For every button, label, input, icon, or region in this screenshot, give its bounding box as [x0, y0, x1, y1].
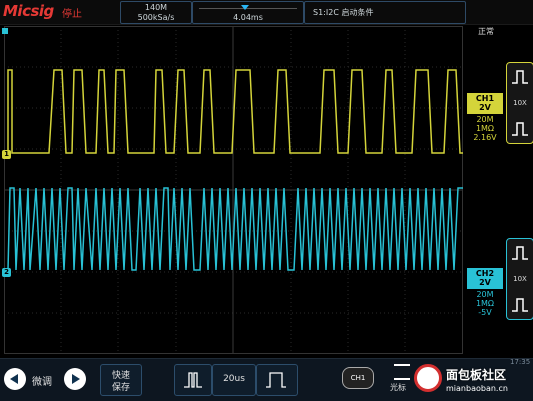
ch1-scale-label[interactable]: CH1 2V — [467, 93, 503, 114]
sample-rate: 500kSa/s — [137, 13, 175, 22]
ch2-name: CH2 — [475, 269, 495, 278]
next-arrow-icon[interactable] — [64, 368, 86, 390]
ch2-pulse-up-icon[interactable] — [511, 245, 529, 260]
ch1-pulse-down-icon[interactable] — [511, 121, 529, 136]
time-position: 4.04ms — [233, 13, 263, 22]
prev-arrow-icon[interactable] — [4, 368, 26, 390]
acquisition-box[interactable]: 140M 500kSa/s — [120, 1, 192, 24]
pulse-wide-icon — [266, 372, 286, 388]
run-state[interactable]: 停止 — [62, 5, 82, 20]
ch2-offset: -5V — [478, 308, 492, 317]
memory-depth: 140M — [144, 3, 168, 12]
quick-save-button[interactable]: 快速 保存 — [100, 364, 142, 396]
pulse-narrow-icon — [184, 372, 202, 388]
ch1-marker[interactable]: 1 — [2, 150, 11, 159]
watermark-url: mianbaoban.cn — [446, 384, 508, 393]
ch1-impedance: 1MΩ — [475, 124, 495, 133]
ch2-info: 20M 1MΩ -5V — [467, 290, 503, 317]
ch1-name: CH1 — [475, 94, 495, 103]
ch1-control-panel: 10X — [506, 62, 533, 144]
cursor-icon — [394, 364, 410, 380]
ch2-marker[interactable]: 2 — [2, 268, 11, 277]
ch2-impedance: 1MΩ — [475, 299, 495, 308]
ch2-probe: 10X — [513, 275, 527, 283]
timebase-decrease-button[interactable] — [174, 364, 212, 396]
ch1-offset: 2.16V — [473, 133, 497, 142]
time-position-icon — [241, 5, 249, 10]
trigger-marker-icon — [2, 28, 8, 34]
timebase-increase-button[interactable] — [256, 364, 298, 396]
channel-select-button[interactable]: CH1 — [342, 367, 374, 389]
trigger-mode: S1:I2C 启动条件 — [313, 8, 374, 17]
watermark-site: 面包板社区 — [446, 368, 507, 382]
time-position-box[interactable]: 4.04ms — [192, 1, 304, 24]
ch2-bandwidth: 20M — [476, 290, 494, 299]
ch1-pulse-up-icon[interactable] — [511, 69, 529, 84]
quick-save-line2: 保存 — [111, 383, 130, 393]
watermark: 面包板社区 mianbaoban.cn — [410, 360, 532, 400]
waveform-grid[interactable] — [4, 26, 463, 354]
timebase-value: 20us — [223, 374, 245, 384]
brand-logo: Micsig — [3, 2, 54, 20]
ch1-probe: 10X — [513, 99, 527, 107]
ch1-info: 20M 1MΩ 2.16V — [467, 115, 503, 142]
top-status-bar: Micsig 停止 140M 500kSa/s 4.04ms S1:I2C 启动… — [0, 0, 533, 25]
trigger-status: 正常 — [478, 27, 494, 36]
fine-tune-label: 微调 — [32, 377, 52, 388]
trigger-box[interactable]: S1:I2C 启动条件 — [304, 1, 466, 24]
timebase-display[interactable]: 20us — [212, 364, 256, 396]
clock: 17:35 — [510, 358, 531, 366]
ch2-pulse-down-icon[interactable] — [511, 297, 529, 312]
cursor-label: 光标 — [390, 383, 406, 392]
watermark-logo-icon — [414, 364, 442, 392]
ch1-scale: 2V — [479, 103, 491, 112]
ch2-scale: 2V — [479, 278, 491, 287]
ch1-bandwidth: 20M — [476, 115, 494, 124]
ch2-scale-label[interactable]: CH2 2V — [467, 268, 503, 289]
ch2-control-panel: 10X — [506, 238, 533, 320]
